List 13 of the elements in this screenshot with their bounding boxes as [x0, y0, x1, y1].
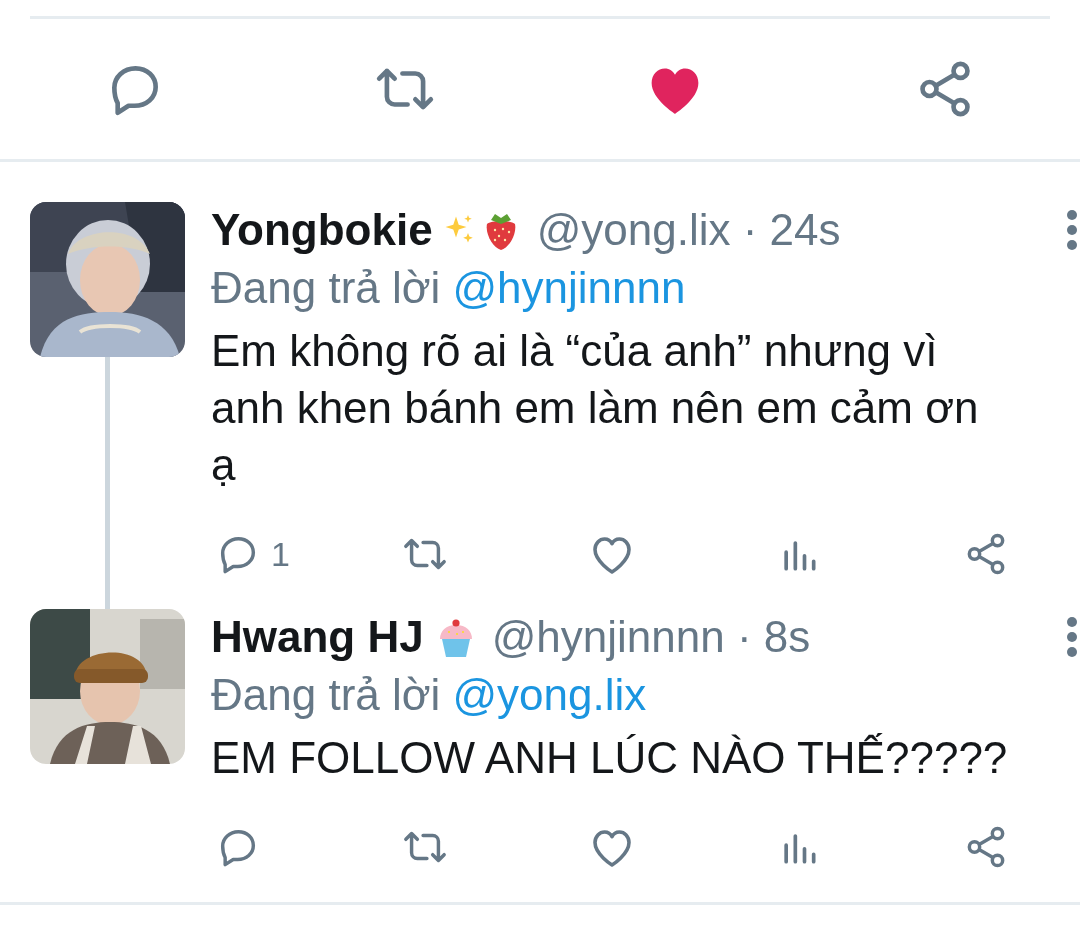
reply-count: 1 — [271, 533, 290, 575]
more-icon[interactable] — [1065, 208, 1079, 252]
display-name: Yongbokie — [211, 204, 433, 256]
display-name: Hwang HJ — [211, 611, 424, 663]
tweet-meta: @yong.lix · 24s — [536, 204, 841, 256]
tweet-text: EM FOLLOW ANH LÚC NÀO THẾ????? — [211, 732, 1009, 784]
tweet-text: Em không rõ ai là “của anh” nhưng vì anh khen bánh em làm nên em cảm ơn ạ — [211, 325, 980, 491]
tweet-meta: @hynjinnnn · 8s — [491, 611, 811, 663]
more-icon[interactable] — [1065, 615, 1079, 659]
reply-context: Đang trả lời — [211, 669, 441, 721]
reply-context: Đang trả lời — [211, 262, 441, 314]
mention-link[interactable]: @hynjinnnn — [452, 255, 686, 321]
mention-link[interactable]: @yong.lix — [452, 662, 647, 728]
